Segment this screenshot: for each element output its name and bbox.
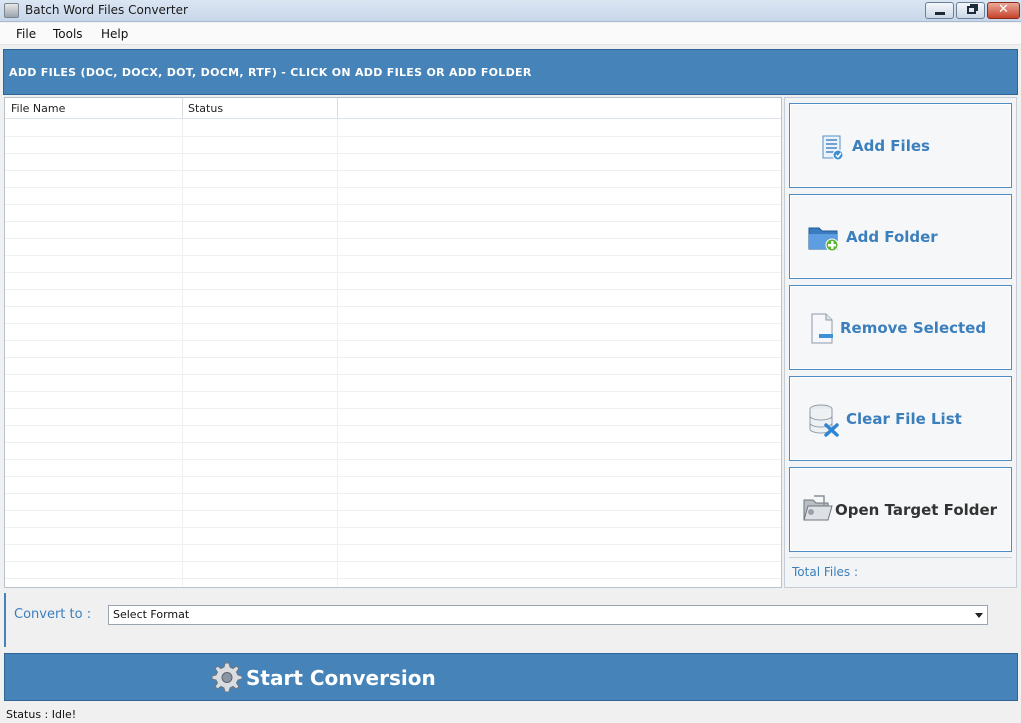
action-panel: Add Files Add Folder Remove Selected Cle… — [784, 97, 1017, 588]
convert-to-label: Convert to : — [14, 607, 92, 622]
grid-row-line — [5, 374, 781, 375]
grid-row-line — [5, 442, 781, 443]
window-title: Batch Word Files Converter — [25, 3, 188, 17]
column-header-file-name[interactable]: File Name — [11, 102, 65, 115]
grid-row-line — [5, 204, 781, 205]
grid-row-line — [5, 510, 781, 511]
remove-selected-button[interactable]: Remove Selected — [789, 285, 1012, 370]
gear-icon — [212, 662, 242, 692]
open-target-folder-label: Open Target Folder — [835, 501, 998, 519]
format-select-value: Select Format — [113, 608, 190, 621]
menu-tools[interactable]: Tools — [53, 27, 83, 41]
grid-row-line — [5, 221, 781, 222]
add-folder-button[interactable]: Add Folder — [789, 194, 1012, 279]
column-header-status[interactable]: Status — [188, 102, 223, 115]
file-list-header: File Name Status — [5, 98, 781, 119]
clear-file-list-label: Clear File List — [846, 410, 962, 428]
restore-icon — [967, 6, 976, 14]
grid-row-line — [5, 561, 781, 562]
file-list-add-icon — [822, 135, 844, 161]
grid-row-line — [5, 255, 781, 256]
grid-row-line — [5, 476, 781, 477]
grid-row-line — [5, 238, 781, 239]
grid-row-line — [5, 578, 781, 579]
grid-row-line — [5, 459, 781, 460]
menu-file[interactable]: File — [16, 27, 36, 41]
start-conversion-button[interactable]: Start Conversion — [4, 653, 1018, 701]
status-bar: Status : Idle! — [0, 705, 1021, 723]
grid-row-line — [5, 306, 781, 307]
remove-selected-label: Remove Selected — [840, 319, 987, 337]
grid-row-line — [5, 527, 781, 528]
restore-button[interactable] — [956, 2, 985, 19]
status-text: Status : Idle! — [6, 708, 77, 721]
close-button[interactable]: ✕ — [987, 2, 1020, 19]
grid-row-line — [5, 408, 781, 409]
column-separator[interactable] — [182, 98, 183, 119]
start-conversion-label: Start Conversion — [246, 666, 436, 690]
chevron-down-icon[interactable] — [975, 613, 983, 618]
grid-row-line — [5, 272, 781, 273]
instruction-text: ADD FILES (DOC, DOCX, DOT, DOCM, RTF) - … — [9, 66, 532, 79]
menu-help[interactable]: Help — [101, 27, 128, 41]
grid-row-line — [5, 170, 781, 171]
add-folder-label: Add Folder — [846, 228, 938, 246]
open-folder-icon — [803, 495, 833, 521]
total-files-label: Total Files : — [792, 565, 859, 579]
grid-row-line — [5, 544, 781, 545]
menu-bar: File Tools Help — [0, 23, 1021, 45]
grid-row-line — [5, 289, 781, 290]
grid-row-line — [5, 357, 781, 358]
format-select[interactable]: Select Format — [108, 605, 988, 625]
minimize-button[interactable] — [925, 2, 954, 19]
total-files-box: Total Files : — [789, 557, 1012, 585]
folder-add-icon — [808, 227, 839, 252]
grid-row-line — [5, 425, 781, 426]
grid-row-line — [5, 136, 781, 137]
grid-line — [182, 119, 183, 587]
column-separator[interactable] — [337, 98, 338, 119]
grid-row-line — [5, 493, 781, 494]
grid-row-line — [5, 340, 781, 341]
open-target-folder-button[interactable]: Open Target Folder — [789, 467, 1012, 552]
grid-row-line — [5, 323, 781, 324]
grid-row-line — [5, 391, 781, 392]
grid-line — [337, 119, 338, 587]
add-files-label: Add Files — [852, 137, 930, 155]
file-list[interactable]: File Name Status — [4, 97, 782, 588]
grid-row-line — [5, 153, 781, 154]
app-icon[interactable] — [4, 3, 19, 18]
close-icon: ✕ — [998, 2, 1009, 17]
database-clear-icon — [809, 404, 839, 437]
file-remove-icon — [811, 313, 833, 344]
title-bar: Batch Word Files Converter ✕ — [0, 0, 1021, 22]
instruction-banner: ADD FILES (DOC, DOCX, DOT, DOCM, RTF) - … — [3, 49, 1018, 95]
grid-row-line — [5, 187, 781, 188]
add-files-button[interactable]: Add Files — [789, 103, 1012, 188]
convert-to-section: Convert to : Select Format — [4, 593, 1018, 647]
minimize-icon — [935, 12, 945, 15]
clear-file-list-button[interactable]: Clear File List — [789, 376, 1012, 461]
